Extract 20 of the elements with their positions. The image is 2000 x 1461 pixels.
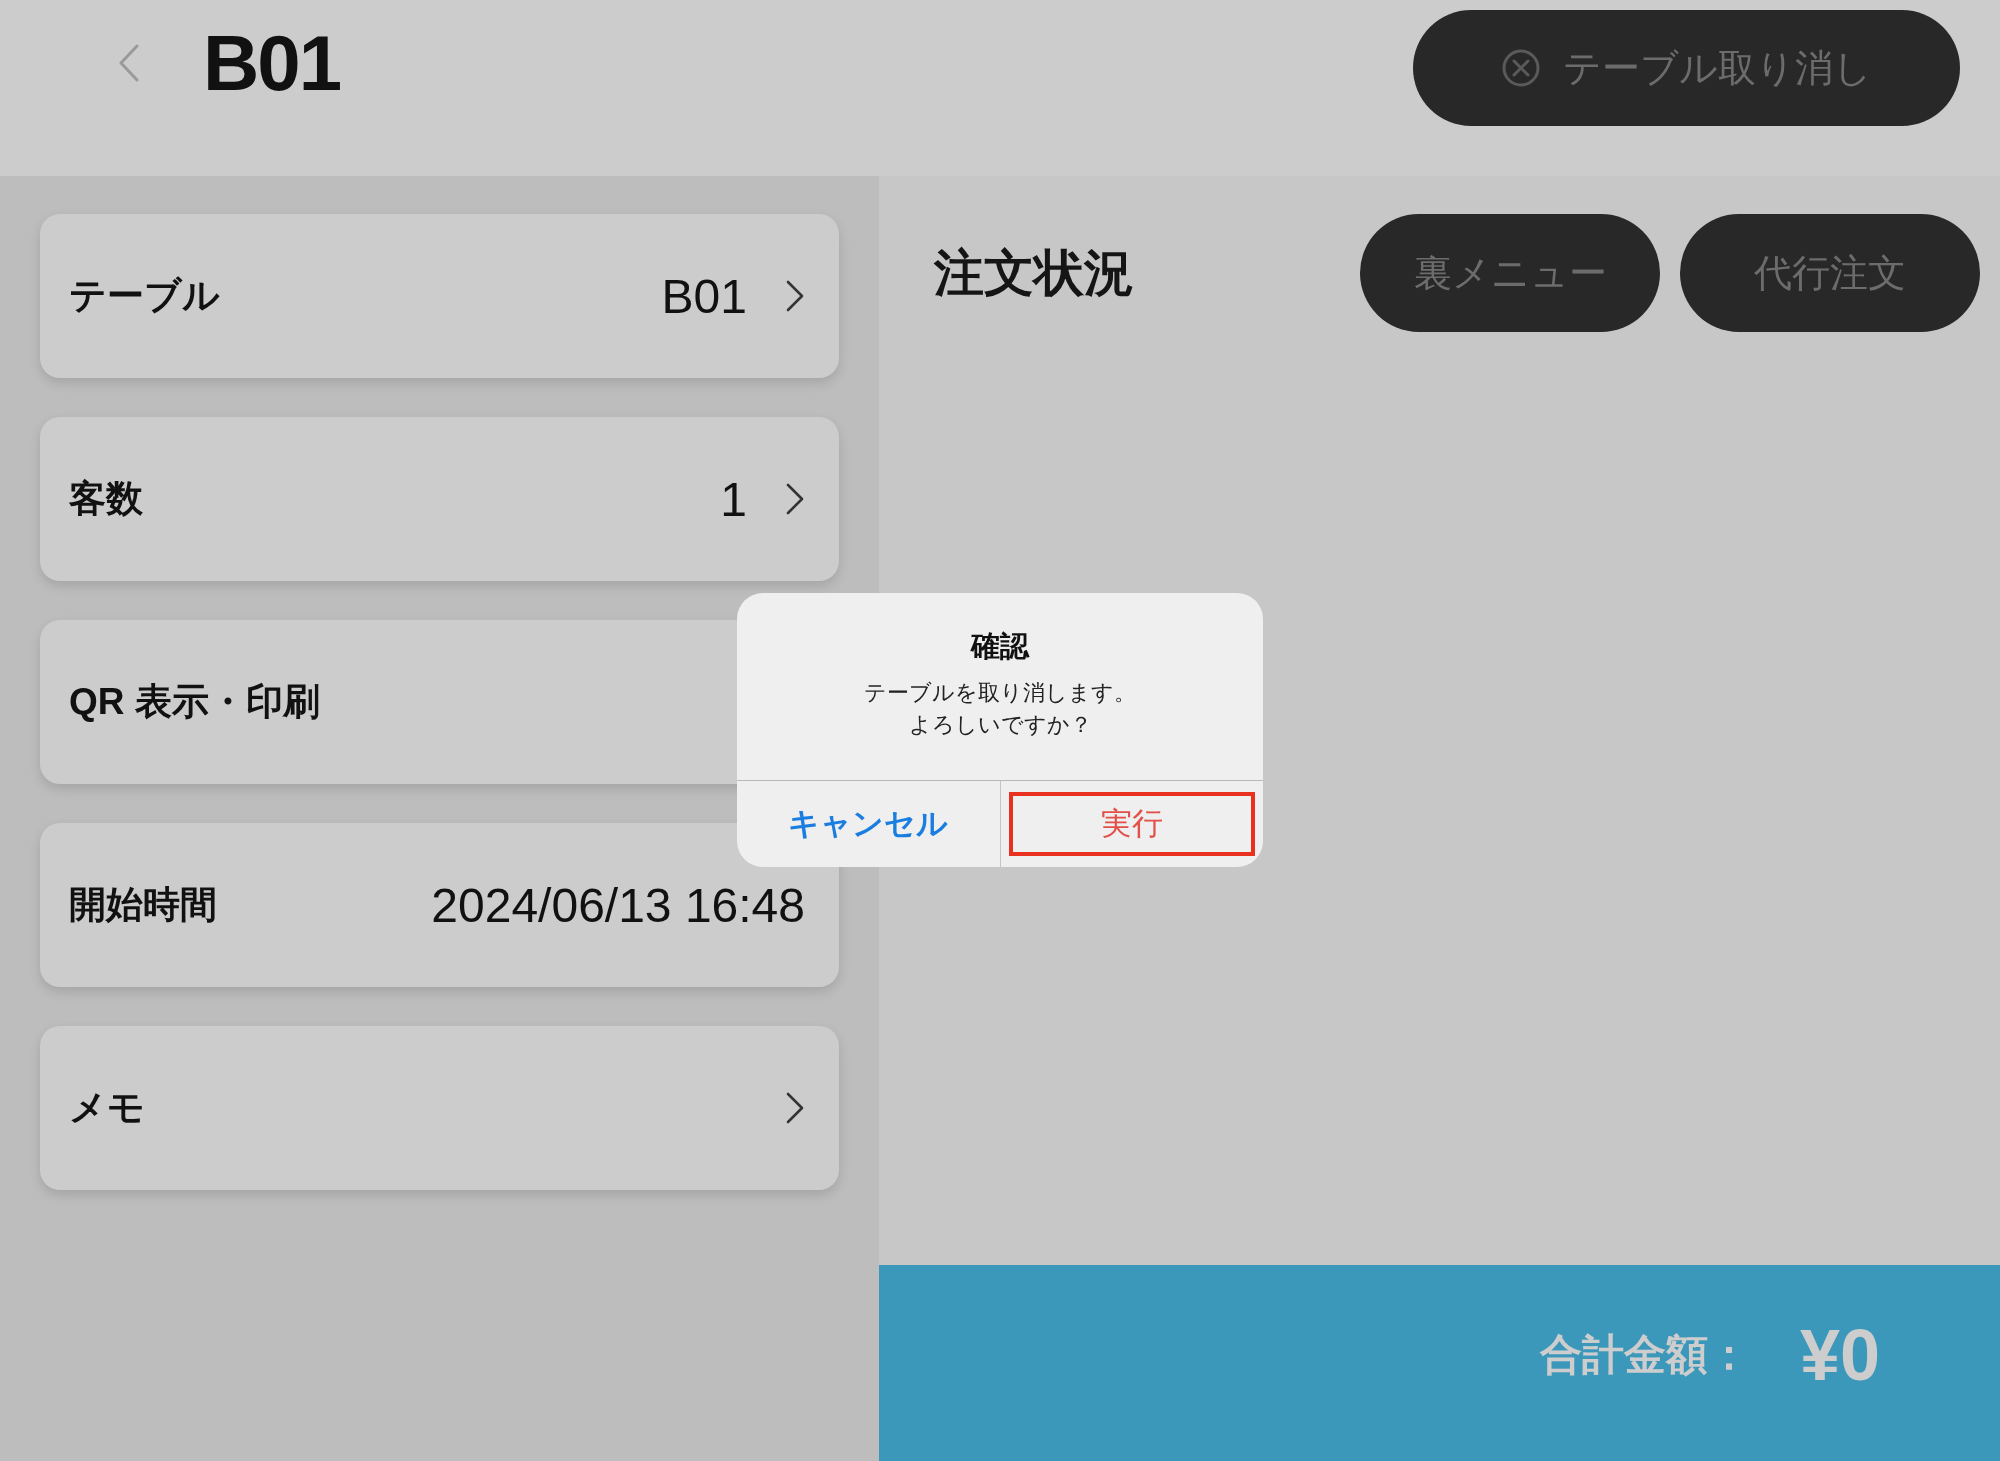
row-value: 1 [720, 471, 747, 527]
dialog-message: よろしいですか？ [908, 711, 1092, 739]
row-label: メモ [69, 1086, 145, 1130]
row-label: 開始時間 [69, 883, 217, 927]
dialog-message: テーブルを取り消します。 [864, 679, 1136, 707]
back-icon[interactable] [117, 44, 141, 82]
total-label: 合計金額： [1539, 1330, 1750, 1380]
cancel-circle-icon [1501, 48, 1541, 88]
row-label: テーブル [69, 274, 220, 318]
dialog-title: 確認 [971, 629, 1029, 664]
total-amount: ¥0 [1799, 1314, 1880, 1396]
info-row[interactable]: メモ [40, 1026, 839, 1190]
page-title: B01 [203, 24, 341, 102]
info-row[interactable]: テーブル B01 [40, 214, 839, 378]
row-value: B01 [661, 268, 747, 324]
orders-title: 注文状況 [934, 243, 1134, 303]
info-row[interactable]: 客数 1 [40, 417, 839, 581]
row-label: 客数 [69, 477, 143, 521]
row-value: 2024/06/13 16:48 [431, 877, 805, 933]
row-label: QR 表示・印刷 [69, 680, 320, 724]
